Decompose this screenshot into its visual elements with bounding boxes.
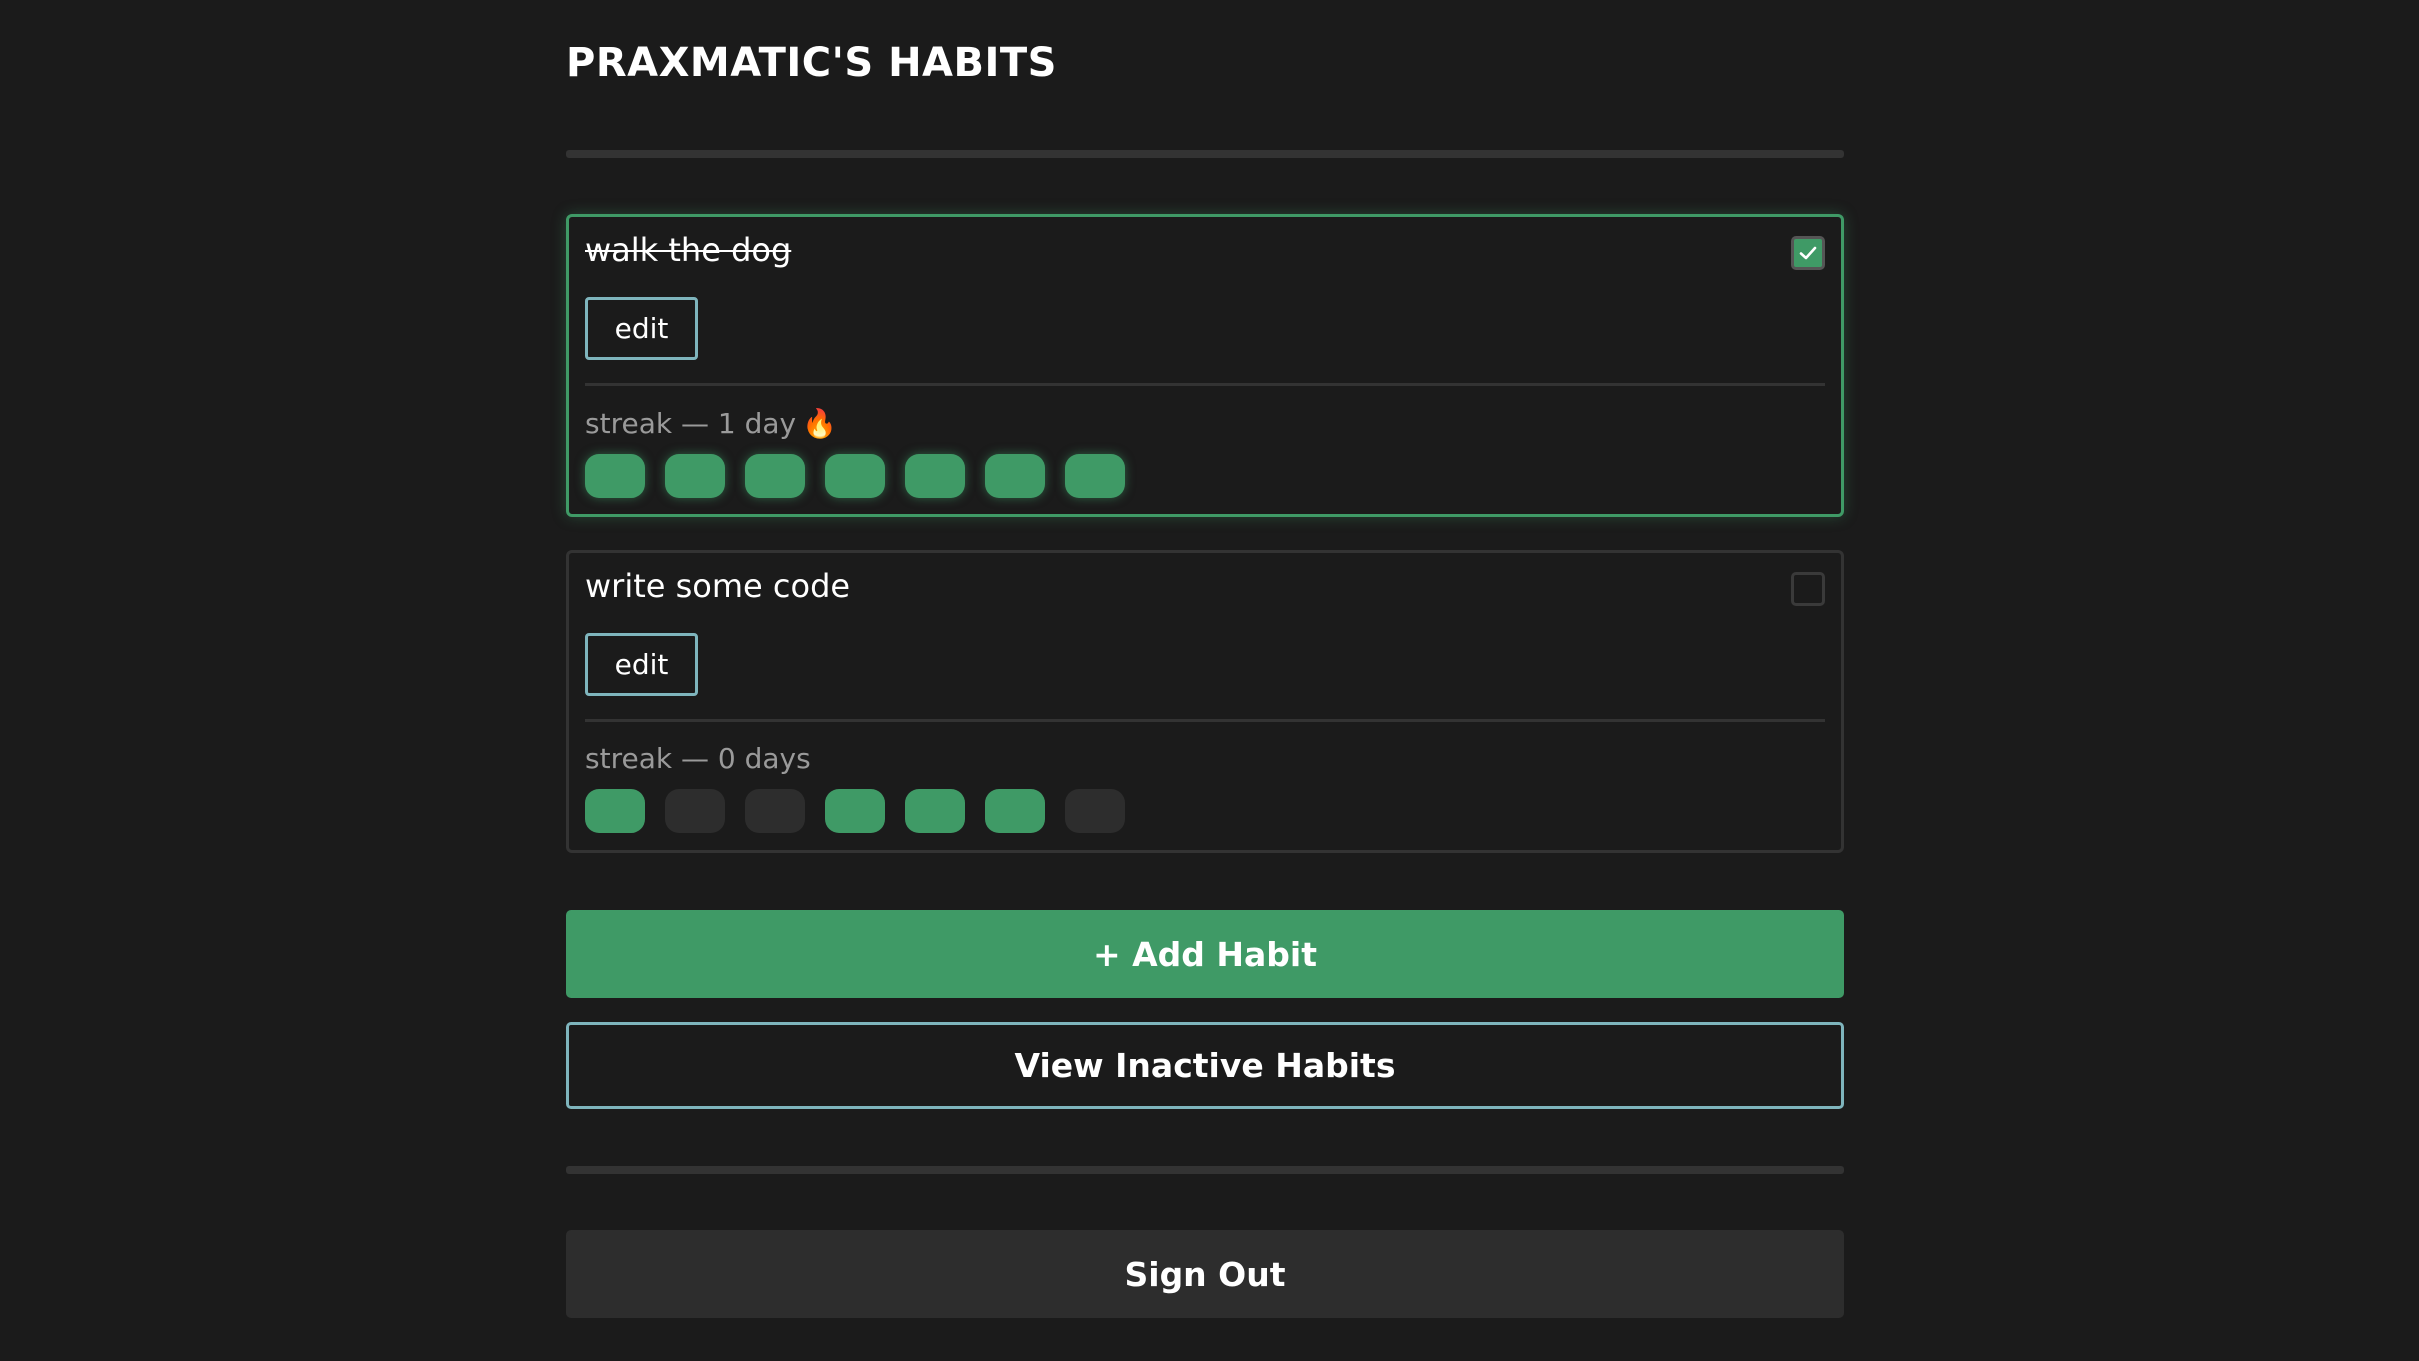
- day-indicator: [905, 454, 965, 498]
- fire-icon: 🔥: [802, 407, 837, 440]
- day-indicator: [825, 789, 885, 833]
- day-indicator: [905, 789, 965, 833]
- habit-complete-checkbox[interactable]: [1791, 236, 1825, 270]
- streak-label: streak — 1 day 🔥: [585, 406, 837, 442]
- habit-name: write some code: [585, 567, 851, 605]
- day-indicator: [985, 789, 1045, 833]
- edit-habit-button[interactable]: edit: [585, 633, 698, 696]
- day-indicator: [745, 789, 805, 833]
- habit-name: walk the dog: [585, 231, 792, 269]
- card-divider: [585, 383, 1825, 386]
- day-indicator: [1065, 454, 1125, 498]
- habit-card: write some code edit streak — 0 days: [566, 550, 1844, 853]
- edit-habit-button[interactable]: edit: [585, 297, 698, 360]
- streak-text: streak — 0 days: [585, 742, 811, 775]
- day-indicator: [985, 454, 1045, 498]
- page-title: PRAXMATIC'S HABITS: [566, 40, 1057, 86]
- day-indicator: [1065, 789, 1125, 833]
- card-divider: [585, 719, 1825, 722]
- checkmark-icon: [1799, 246, 1817, 260]
- add-habit-button[interactable]: + Add Habit: [566, 910, 1844, 998]
- bottom-divider: [566, 1166, 1844, 1174]
- top-divider: [566, 150, 1844, 158]
- streak-text: streak — 1 day: [585, 407, 797, 440]
- day-indicator: [745, 454, 805, 498]
- day-indicator: [665, 789, 725, 833]
- day-indicator: [665, 454, 725, 498]
- day-indicator: [585, 789, 645, 833]
- streak-label: streak — 0 days: [585, 741, 817, 777]
- view-inactive-habits-button[interactable]: View Inactive Habits: [566, 1022, 1844, 1109]
- habit-complete-checkbox[interactable]: [1791, 572, 1825, 606]
- day-indicator: [825, 454, 885, 498]
- sign-out-button[interactable]: Sign Out: [566, 1230, 1844, 1318]
- habit-card: walk the dog edit streak — 1 day 🔥: [566, 214, 1844, 517]
- day-indicator: [585, 454, 645, 498]
